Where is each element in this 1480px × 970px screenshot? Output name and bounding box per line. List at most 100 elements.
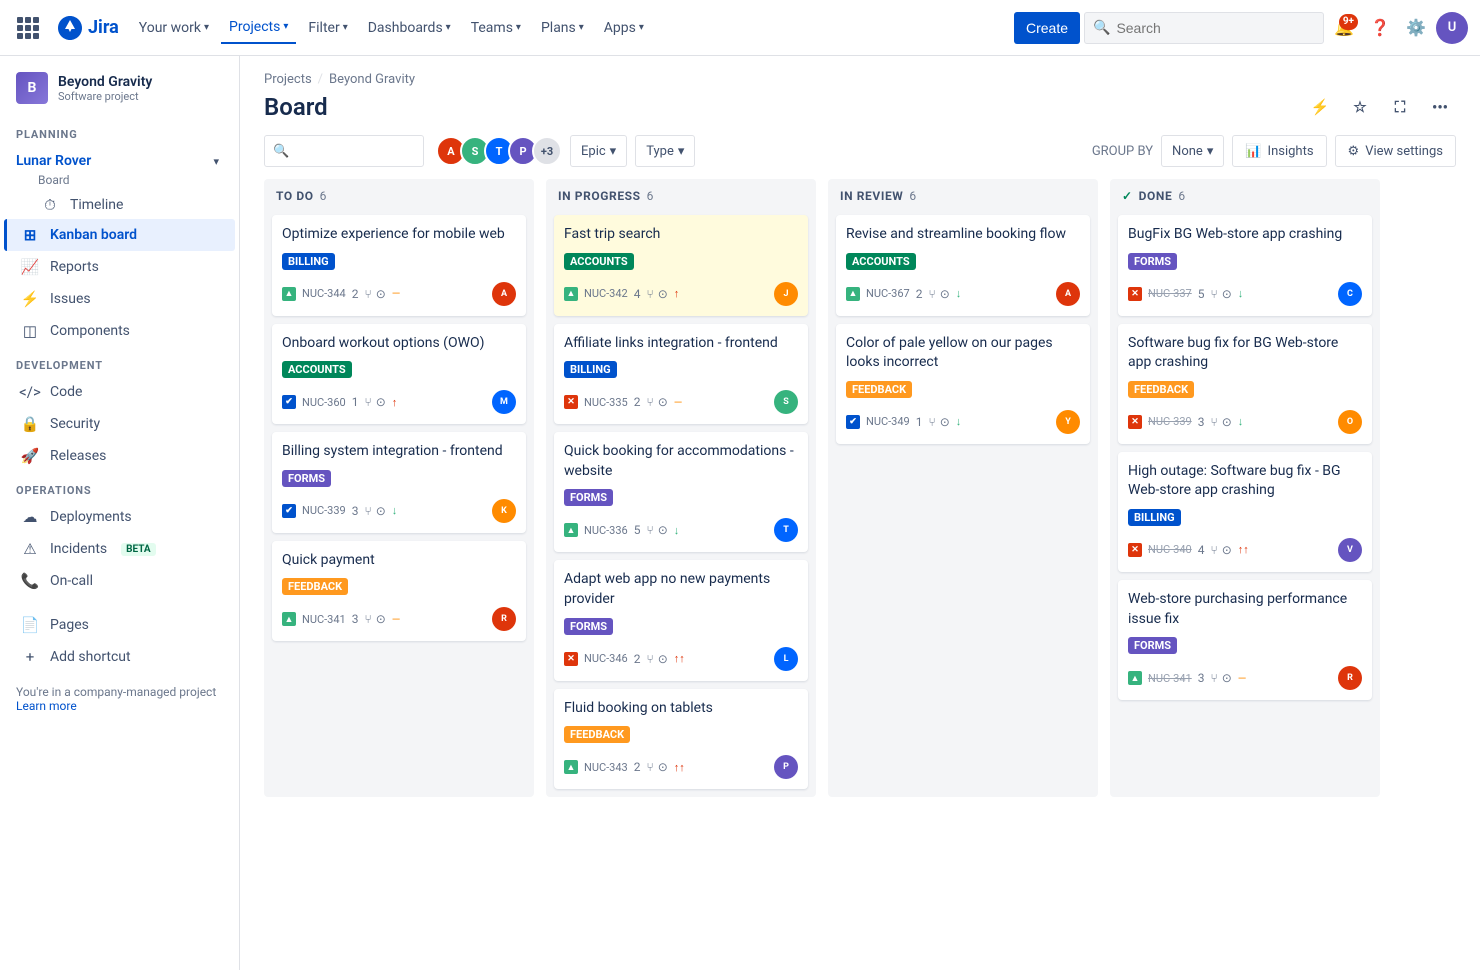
issue-type-icon: ▲ bbox=[564, 287, 578, 301]
lightning-icon-btn[interactable]: ⚡ bbox=[1304, 91, 1336, 123]
epic-dropdown[interactable]: Epic ▾ bbox=[570, 135, 627, 167]
user-avatar[interactable]: U bbox=[1436, 12, 1468, 44]
priority-icon: ↓ bbox=[392, 504, 398, 517]
notifications-icon[interactable]: 🔔 9+ bbox=[1328, 12, 1360, 44]
commit-icon: ⊙ bbox=[658, 287, 668, 301]
create-button[interactable]: Create bbox=[1014, 12, 1080, 44]
meta-count: 2 bbox=[634, 395, 641, 409]
table-row[interactable]: Color of pale yellow on our pages looks … bbox=[836, 324, 1090, 444]
sidebar-footer: You're in a company-managed project Lear… bbox=[0, 673, 239, 725]
plans-nav[interactable]: Plans ▾ bbox=[533, 12, 592, 44]
table-row[interactable]: Quick booking for accommodations - websi… bbox=[554, 432, 808, 552]
search-box[interactable]: 🔍 bbox=[1084, 12, 1324, 44]
more-options-btn[interactable]: ••• bbox=[1424, 91, 1456, 123]
table-row[interactable]: Quick payment FEEDBACK ▲ NUC-341 3 ⑂ ⊙ —… bbox=[272, 541, 526, 642]
components-icon: ◫ bbox=[20, 321, 40, 341]
learn-more-link[interactable]: Learn more bbox=[16, 699, 77, 713]
card-avatar: P bbox=[774, 755, 798, 779]
card-avatar: V bbox=[1338, 538, 1362, 562]
table-row[interactable]: Web-store purchasing performance issue f… bbox=[1118, 580, 1372, 700]
filter-search[interactable]: 🔍 bbox=[264, 135, 424, 167]
commit-icon: ⊙ bbox=[376, 287, 386, 301]
lunar-rover-header[interactable]: Lunar Rover ▾ bbox=[12, 149, 223, 173]
project-icon: B bbox=[16, 72, 48, 104]
table-row[interactable]: Software bug fix for BG Web-store app cr… bbox=[1118, 324, 1372, 444]
sidebar-item-timeline[interactable]: ⏱ Timeline bbox=[4, 191, 235, 219]
sidebar-item-incidents[interactable]: ⚠ Incidents BETA bbox=[4, 533, 235, 565]
table-row[interactable]: Fluid booking on tablets FEEDBACK ▲ NUC-… bbox=[554, 689, 808, 790]
table-row[interactable]: Fast trip search ACCOUNTS ▲ NUC-342 4 ⑂ … bbox=[554, 215, 808, 316]
project-header[interactable]: B Beyond Gravity Software project bbox=[0, 56, 239, 116]
incidents-icon: ⚠ bbox=[20, 539, 40, 559]
projects-nav[interactable]: Projects ▾ bbox=[221, 12, 296, 44]
sidebar-item-add-shortcut[interactable]: + Add shortcut bbox=[4, 641, 235, 673]
meta-icons: ⑂ ⊙ bbox=[364, 612, 385, 626]
table-row[interactable]: Revise and streamline booking flow ACCOU… bbox=[836, 215, 1090, 316]
table-row[interactable]: Adapt web app no new payments provider F… bbox=[554, 560, 808, 680]
none-dropdown[interactable]: None ▾ bbox=[1161, 135, 1224, 167]
logo[interactable]: Jira bbox=[56, 14, 119, 42]
dashboards-nav[interactable]: Dashboards ▾ bbox=[360, 12, 459, 44]
card-avatar: M bbox=[492, 390, 516, 414]
table-row[interactable]: High outage: Software bug fix - BG Web-s… bbox=[1118, 452, 1372, 572]
priority-icon: ↑ bbox=[674, 287, 680, 300]
issue-id: NUC-346 bbox=[584, 652, 628, 665]
table-row[interactable]: Optimize experience for mobile web BILLI… bbox=[272, 215, 526, 316]
search-input[interactable] bbox=[1116, 20, 1315, 36]
label-tag: FORMS bbox=[1128, 253, 1177, 270]
branch-icon: ⑂ bbox=[364, 612, 371, 626]
help-icon[interactable]: ❓ bbox=[1364, 12, 1396, 44]
breadcrumb-projects-link[interactable]: Projects bbox=[264, 72, 312, 87]
planning-section-label: Planning bbox=[0, 116, 239, 145]
view-settings-button[interactable]: ⚙ View settings bbox=[1335, 135, 1456, 167]
sidebar-item-code[interactable]: </> Code bbox=[4, 376, 235, 408]
column-count: 6 bbox=[320, 189, 327, 203]
meta-count: 3 bbox=[1198, 415, 1205, 429]
sidebar-item-oncall[interactable]: 📞 On-call bbox=[4, 565, 235, 597]
avatar-filter-more[interactable]: +3 bbox=[532, 136, 562, 166]
table-row[interactable]: Billing system integration - frontend FO… bbox=[272, 432, 526, 533]
card-meta: ▲ NUC-367 2 ⑂ ⊙ ↓ A bbox=[846, 282, 1080, 306]
teams-nav[interactable]: Teams ▾ bbox=[463, 12, 529, 44]
apps-grid-icon[interactable] bbox=[12, 12, 44, 44]
issue-type-icon: ✕ bbox=[1128, 287, 1142, 301]
type-dropdown[interactable]: Type ▾ bbox=[635, 135, 695, 167]
column-title: IN PROGRESS bbox=[558, 189, 641, 203]
table-row[interactable]: Affiliate links integration - frontend B… bbox=[554, 324, 808, 425]
filter-nav[interactable]: Filter ▾ bbox=[300, 12, 355, 44]
table-row[interactable]: Onboard workout options (OWO) ACCOUNTS ✔… bbox=[272, 324, 526, 425]
insights-button[interactable]: 📊 Insights bbox=[1232, 135, 1326, 167]
apps-nav[interactable]: Apps ▾ bbox=[596, 12, 652, 44]
label-tag: FORMS bbox=[564, 618, 613, 635]
sidebar-item-security[interactable]: 🔒 Security bbox=[4, 408, 235, 440]
your-work-nav[interactable]: Your work ▾ bbox=[131, 12, 217, 44]
sidebar-item-components[interactable]: ◫ Components bbox=[4, 315, 235, 347]
meta-icons: ⑂ ⊙ bbox=[364, 504, 385, 518]
kanban-icon: ⊞ bbox=[20, 225, 40, 245]
commit-icon: ⊙ bbox=[1222, 543, 1232, 557]
priority-icon: ↓ bbox=[1238, 415, 1244, 428]
card-meta: ▲ NUC-341 3 ⑂ ⊙ — R bbox=[282, 607, 516, 631]
table-row[interactable]: BugFix BG Web-store app crashing FORMS ✕… bbox=[1118, 215, 1372, 316]
sidebar-item-reports[interactable]: 📈 Reports bbox=[4, 251, 235, 283]
insights-chart-icon: 📊 bbox=[1245, 144, 1261, 159]
sidebar-item-releases[interactable]: 🚀 Releases bbox=[4, 440, 235, 472]
expand-icon-btn[interactable]: ⛶ bbox=[1384, 91, 1416, 123]
view-settings-icon: ⚙ bbox=[1348, 144, 1360, 159]
filter-search-input[interactable] bbox=[295, 144, 415, 159]
settings-icon[interactable]: ⚙️ bbox=[1400, 12, 1432, 44]
label-tag: ACCOUNTS bbox=[282, 361, 352, 378]
card-meta: ▲ NUC-344 2 ⑂ ⊙ — A bbox=[282, 282, 516, 306]
sidebar-item-pages[interactable]: 📄 Pages bbox=[4, 609, 235, 641]
priority-icon: ↑↑ bbox=[674, 761, 685, 774]
branch-icon: ⑂ bbox=[646, 523, 653, 537]
branch-icon: ⑂ bbox=[364, 287, 371, 301]
sidebar-item-kanban[interactable]: ⊞ Kanban board bbox=[4, 219, 235, 251]
label-tag: FEEDBACK bbox=[282, 578, 348, 595]
issue-id: NUC-337 bbox=[1148, 287, 1192, 300]
sidebar-item-deployments[interactable]: ☁ Deployments bbox=[4, 501, 235, 533]
star-icon-btn[interactable]: ☆ bbox=[1344, 91, 1376, 123]
issue-type-icon: ✕ bbox=[564, 652, 578, 666]
sidebar-item-issues[interactable]: ⚡ Issues bbox=[4, 283, 235, 315]
issue-type-icon: ▲ bbox=[846, 287, 860, 301]
